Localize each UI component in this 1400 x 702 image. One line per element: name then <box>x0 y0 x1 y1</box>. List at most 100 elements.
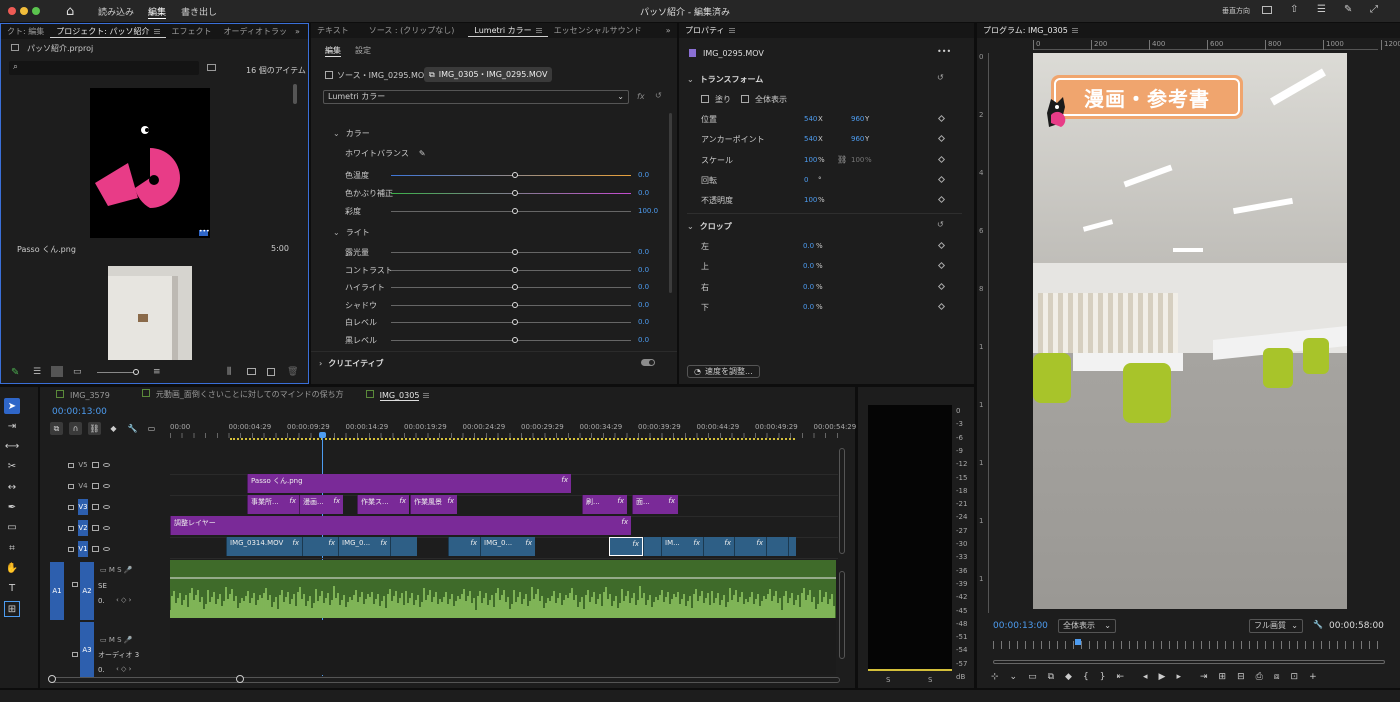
lock-icon[interactable] <box>68 505 74 510</box>
new-item-icon[interactable] <box>267 368 275 376</box>
crop-value[interactable]: 0.0 <box>803 303 814 311</box>
tab-project[interactable]: プロジェクト: パッソ紹介 <box>50 26 166 38</box>
prop-x-value[interactable]: 540 <box>804 135 817 143</box>
clip[interactable] <box>643 537 661 556</box>
clip[interactable]: 漫画... fx <box>299 495 343 514</box>
pen-icon[interactable]: ✒ <box>4 500 20 516</box>
slip-icon[interactable]: ↔ <box>4 479 20 495</box>
clip[interactable]: IMG_0... fx <box>338 537 390 556</box>
linked-selection-icon[interactable]: ⛓ <box>88 422 101 435</box>
slider-value[interactable]: 0.0 <box>638 283 649 291</box>
minimize-button[interactable] <box>20 7 28 15</box>
track-target-v2[interactable]: V2 <box>78 519 88 536</box>
slider-value[interactable]: 0.0 <box>638 266 649 274</box>
go-to-in-icon[interactable]: ⇤ <box>1116 672 1124 682</box>
slider-track[interactable] <box>391 319 631 325</box>
slider-value[interactable]: 0.0 <box>638 336 649 344</box>
slider-knob[interactable] <box>512 172 518 178</box>
clip[interactable] <box>766 537 788 556</box>
eye-icon[interactable] <box>103 462 110 467</box>
close-button[interactable] <box>8 7 16 15</box>
track-target-a2[interactable]: A2 <box>80 562 94 620</box>
tab-text[interactable]: テキスト <box>311 25 355 36</box>
tab-edit[interactable]: クト: 編集 <box>1 26 50 37</box>
slider-knob[interactable] <box>512 319 518 325</box>
automate-icon[interactable]: ⫼ <box>227 367 231 377</box>
slider-value[interactable]: 0.0 <box>638 189 649 197</box>
add-marker-icon[interactable]: ◆ <box>107 422 120 435</box>
tools-icon[interactable]: ✎ <box>1344 4 1352 15</box>
snap-icon[interactable]: ∩ <box>69 422 82 435</box>
tab-properties[interactable]: プロパティ <box>679 25 741 36</box>
track-target-v4[interactable]: V4 <box>78 478 88 494</box>
maximize-button[interactable] <box>32 7 40 15</box>
tab-sequence-1[interactable]: IMG_3579 <box>50 389 116 400</box>
link-icon[interactable]: ⛓ <box>837 155 847 164</box>
more-icon[interactable]: ••• <box>199 229 210 236</box>
prop-x-value[interactable]: 540 <box>804 115 817 123</box>
clip[interactable]: IM... fx <box>661 537 703 556</box>
lock-icon[interactable] <box>68 484 74 489</box>
film-icon[interactable] <box>92 482 99 489</box>
chevron-down-icon[interactable]: ⌄ <box>1010 672 1018 682</box>
clip[interactable]: 刷... fx <box>582 495 627 514</box>
step-back-icon[interactable]: ◂ <box>1143 672 1148 682</box>
audio-clip-a2[interactable] <box>170 560 836 618</box>
clip[interactable]: 事業所... fx <box>247 495 299 514</box>
share-icon[interactable]: ⇧ <box>1290 4 1298 15</box>
film-icon[interactable] <box>92 524 99 531</box>
list-icon[interactable]: ☰ <box>1317 4 1326 15</box>
crop-tool-icon[interactable]: ⌗ <box>4 540 20 556</box>
fit-select[interactable]: 全体表示 ⌄ <box>1058 619 1116 633</box>
tab-sequence-2[interactable]: 元動画_面倒くさいことに対してのマインドの保ち方 <box>136 389 350 400</box>
wrench-icon[interactable]: 🔧 <box>1313 620 1323 629</box>
playhead-marker[interactable] <box>1075 639 1081 645</box>
h-scroll-right[interactable] <box>236 675 244 683</box>
eye-icon[interactable] <box>103 483 110 488</box>
scrollbar[interactable] <box>293 84 297 104</box>
current-timecode[interactable]: 00:00:13:00 <box>993 621 1048 631</box>
v-scrollbar-video[interactable] <box>839 448 845 554</box>
clip-target-button[interactable]: ⧉ IMG_0305・IMG_0295.MOV <box>424 67 553 82</box>
section-light[interactable]: ⌄ ライト <box>333 226 370 238</box>
ripple-edit-icon[interactable]: ⟷ <box>4 439 20 455</box>
clip-source-button[interactable]: ソース・IMG_0295.MOV <box>325 68 430 82</box>
razor-icon[interactable]: ✂ <box>4 459 20 475</box>
mark-out-icon[interactable]: } <box>1100 672 1106 682</box>
film-icon[interactable] <box>92 503 99 510</box>
keyframe-diamond[interactable] <box>937 155 946 163</box>
slider-value[interactable]: 100.0 <box>638 207 658 215</box>
eye-icon[interactable] <box>103 504 110 509</box>
nest-icon[interactable]: ⧉ <box>50 422 63 435</box>
tab-sequence-3[interactable]: IMG_0305 <box>360 389 436 401</box>
rectangle-icon[interactable]: ▭ <box>4 520 20 536</box>
vr-icon[interactable]: ⊡ <box>1291 672 1299 682</box>
slider-track[interactable] <box>391 172 631 178</box>
settings-icon[interactable]: 🔧 <box>126 422 139 435</box>
crop-value[interactable]: 0.0 <box>803 283 814 291</box>
menu-icon[interactable] <box>423 392 430 398</box>
track-target-v1[interactable]: V1 <box>78 540 88 557</box>
prop-x-value[interactable]: 0 <box>804 176 808 184</box>
track-volume-a2[interactable]: 0. <box>98 597 105 605</box>
play-icon[interactable]: ▶ <box>1159 672 1166 682</box>
hand-icon[interactable]: ✋ <box>4 560 20 576</box>
prop-x-value[interactable]: 100 <box>804 196 817 204</box>
sort-icon[interactable]: ≡ <box>153 367 161 377</box>
tab-audio-track[interactable]: オーディオトラッ <box>218 26 293 37</box>
keyframe-nav[interactable]: ‹ ◇ › <box>116 665 131 673</box>
eye-icon[interactable] <box>103 525 110 530</box>
slider-knob[interactable] <box>512 208 518 214</box>
keyframe-diamond[interactable] <box>937 262 946 270</box>
quality-select[interactable]: フル画質 ⌄ <box>1249 619 1303 633</box>
prop-y-value[interactable]: 960 <box>851 115 864 123</box>
clip[interactable]: 面... fx <box>632 495 678 514</box>
home-icon[interactable]: ⌂ <box>66 4 74 19</box>
overlay-icon[interactable]: ▭ <box>1028 672 1037 682</box>
clip[interactable]: 調整レイヤー fx <box>170 516 631 535</box>
slider-value[interactable]: 0.0 <box>638 171 649 179</box>
effect-select[interactable]: Lumetri カラー ⌄ <box>323 90 629 104</box>
caption-tool-icon[interactable]: ⊞ <box>4 601 20 617</box>
search-input[interactable]: ⌕ <box>9 61 199 75</box>
subtab-settings[interactable]: 設定 <box>355 45 371 56</box>
